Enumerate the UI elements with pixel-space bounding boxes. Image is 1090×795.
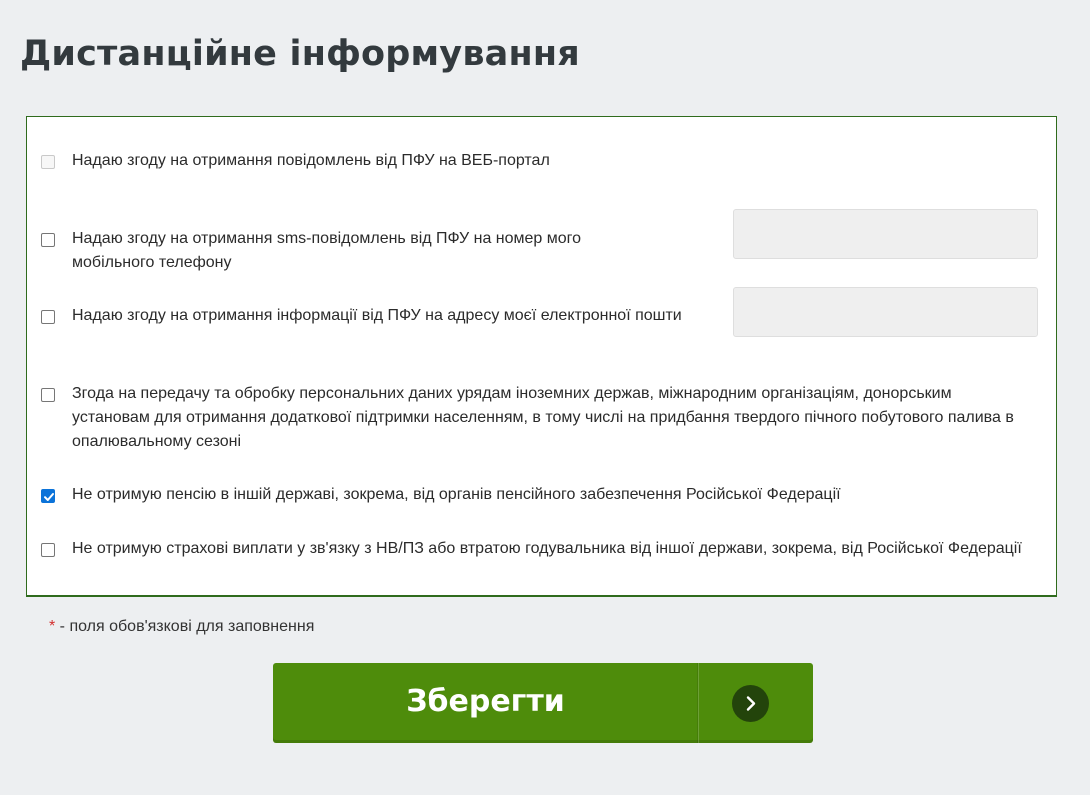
consent-foreign-pension-label: Не отримую пенсію в іншій державі, зокре… xyxy=(72,486,841,503)
consent-email-label: Надаю згоду на отримання інформації від … xyxy=(72,307,682,324)
email-input[interactable] xyxy=(733,287,1038,337)
consent-personal-data-checkbox[interactable] xyxy=(41,388,55,402)
required-fields-note: * - поля обов'язкові для заповнення xyxy=(49,617,314,637)
consent-web-portal-checkbox[interactable] xyxy=(41,155,55,169)
consent-sms-label: Надаю згоду на отримання sms-повідомлень… xyxy=(72,230,582,271)
consent-foreign-pension-checkbox[interactable] xyxy=(41,489,55,503)
consent-personal-data-label: Згода на передачу та обробку персональни… xyxy=(72,385,1014,450)
phone-number-input[interactable] xyxy=(733,209,1038,259)
save-button-divider xyxy=(698,663,699,743)
page-title: Дистанційне інформування xyxy=(20,34,580,74)
checkmark-icon xyxy=(44,493,54,501)
required-note-text: - поля обов'язкові для заповнення xyxy=(55,618,315,635)
consent-panel: Надаю згоду на отримання повідомлень від… xyxy=(26,116,1057,597)
consent-sms-checkbox[interactable] xyxy=(41,233,55,247)
save-button-label: Зберегти xyxy=(406,684,565,719)
chevron-right-icon xyxy=(732,685,769,722)
save-button[interactable]: Зберегти xyxy=(273,663,813,743)
consent-insurance-payments-label: Не отримую страхові виплати у зв'язку з … xyxy=(72,540,1022,557)
consent-insurance-payments-checkbox[interactable] xyxy=(41,543,55,557)
consent-web-portal-label: Надаю згоду на отримання повідомлень від… xyxy=(72,152,550,169)
consent-email-checkbox[interactable] xyxy=(41,310,55,324)
